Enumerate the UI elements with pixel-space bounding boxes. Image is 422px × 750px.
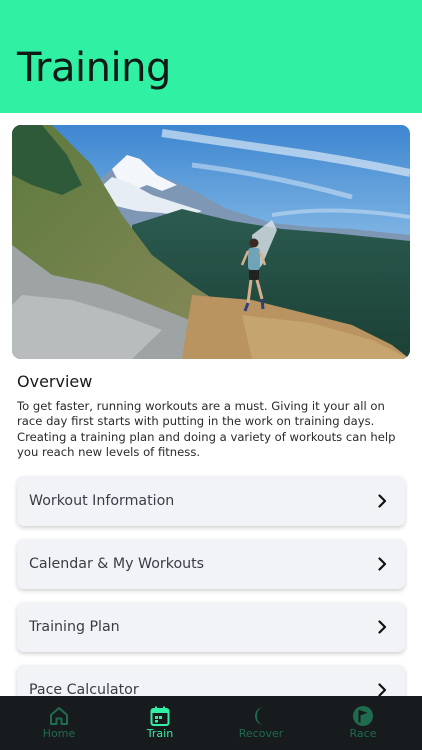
chevron-right-icon — [378, 494, 387, 508]
page-title: Training — [17, 45, 171, 91]
flag-icon — [353, 706, 373, 726]
chevron-right-icon — [378, 557, 387, 571]
home-icon — [50, 707, 68, 725]
menu-item-label: Workout Information — [29, 493, 175, 509]
hero-image — [12, 125, 410, 359]
tab-train[interactable]: Train — [110, 696, 210, 750]
menu-item-label: Training Plan — [29, 619, 120, 635]
calendar-icon — [150, 706, 170, 726]
training-plan-button[interactable]: Training Plan — [17, 602, 405, 652]
workout-information-button[interactable]: Workout Information — [17, 476, 405, 526]
tab-label: Train — [146, 727, 174, 740]
overview-heading: Overview — [17, 372, 93, 391]
menu-item-label: Calendar & My Workouts — [29, 556, 205, 572]
tab-label: Recover — [238, 727, 284, 740]
tab-label: Race — [349, 727, 377, 740]
pace-calculator-button[interactable]: Pace Calculator — [17, 665, 405, 696]
scroll-content[interactable]: Overview To get faster, running workouts… — [0, 113, 422, 696]
overview-text: To get faster, running workouts are a mu… — [17, 399, 396, 460]
tab-home[interactable]: Home — [9, 696, 109, 750]
chevron-right-icon — [378, 683, 387, 696]
menu-item-label: Pace Calculator — [29, 682, 139, 696]
bottom-tab-bar: Home Train Recover Race — [0, 696, 422, 750]
calendar-my-workouts-button[interactable]: Calendar & My Workouts — [17, 539, 405, 589]
tab-recover[interactable]: Recover — [211, 696, 311, 750]
chevron-right-icon — [378, 620, 387, 634]
moon-icon — [255, 707, 264, 725]
tab-race[interactable]: Race — [313, 696, 413, 750]
tab-label: Home — [42, 727, 76, 740]
app-header: Training — [0, 0, 422, 113]
